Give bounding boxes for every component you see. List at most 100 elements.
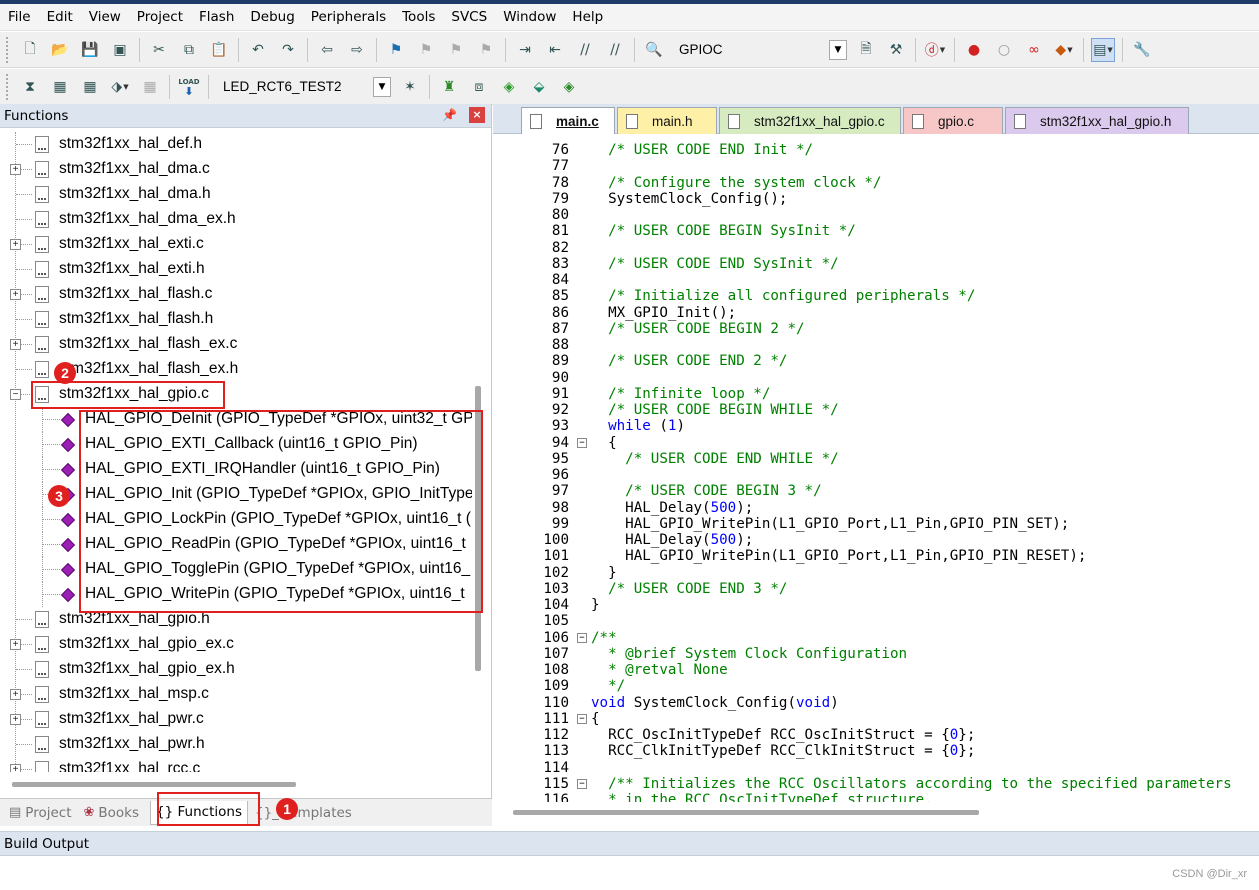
redo-icon[interactable]: ↷ <box>276 38 300 62</box>
file-item[interactable]: + stm32f1xx_hal_flash_ex.c <box>0 332 472 357</box>
code-area[interactable]: 76 /* USER CODE END Init */77 78 /* Confi… <box>493 138 1259 802</box>
code-line[interactable]: 87 /* USER CODE BEGIN 2 */ <box>493 321 1259 337</box>
debug-session-icon[interactable]: ⓓ ▼ <box>923 38 947 62</box>
menu-debug[interactable]: Debug <box>242 4 302 31</box>
code-line[interactable]: 98 HAL_Delay(500); <box>493 500 1259 516</box>
code-line[interactable]: 78 /* Configure the system clock */ <box>493 175 1259 191</box>
new-file-icon[interactable]: 🗋 <box>18 38 42 62</box>
manage-multi-project-icon[interactable]: ⧈ <box>467 75 491 99</box>
comment-icon[interactable]: // <box>573 38 597 62</box>
collapse-icon[interactable]: − <box>10 389 21 400</box>
file-item[interactable]: + stm32f1xx_hal_gpio_ex.c <box>0 632 472 657</box>
unindent-icon[interactable]: ⇤ <box>543 38 567 62</box>
expand-icon[interactable]: + <box>10 164 21 175</box>
menu-window[interactable]: Window <box>495 4 564 31</box>
file-item[interactable]: + stm32f1xx_hal_dma.c <box>0 157 472 182</box>
runtime-environment-icon[interactable]: ◈ <box>557 75 581 99</box>
code-line[interactable]: 91 /* Infinite loop */ <box>493 386 1259 402</box>
rebuild-icon[interactable]: ▦ <box>78 75 102 99</box>
menu-peripherals[interactable]: Peripherals <box>303 4 394 31</box>
code-line[interactable]: 106−/** <box>493 630 1259 646</box>
toolbar-grip[interactable] <box>6 36 11 63</box>
copy-icon[interactable]: ⧉ <box>177 38 201 62</box>
code-line[interactable]: 110 void SystemClock_Config(void) <box>493 695 1259 711</box>
editor-tab[interactable]: stm32f1xx_hal_gpio.h <box>1005 107 1189 134</box>
tab-templates[interactable]: {}_ Templates <box>250 801 357 825</box>
tab-books[interactable]: ❀ Books <box>79 801 145 825</box>
chevron-down-icon[interactable]: ▼ <box>373 76 391 97</box>
build-icon[interactable]: ▦ <box>48 75 72 99</box>
file-item[interactable]: stm32f1xx_hal_flash.h <box>0 307 472 332</box>
code-line[interactable]: 83 /* USER CODE END SysInit */ <box>493 256 1259 272</box>
code-line[interactable]: 85 /* Initialize all configured peripher… <box>493 288 1259 304</box>
breakpoint-icon[interactable]: ● <box>962 38 986 62</box>
expand-icon[interactable]: + <box>10 689 21 700</box>
bookmark-icon[interactable]: ⚑ <box>384 38 408 62</box>
editor-tab[interactable]: main.h <box>617 107 717 134</box>
code-line[interactable]: 93 while (1) <box>493 418 1259 434</box>
expand-icon[interactable]: + <box>10 289 21 300</box>
fold-toggle-icon[interactable]: − <box>577 713 587 724</box>
file-item[interactable]: stm32f1xx_hal_gpio_ex.h <box>0 657 472 682</box>
code-line[interactable]: 95 /* USER CODE END WHILE */ <box>493 451 1259 467</box>
menu-view[interactable]: View <box>81 4 129 31</box>
menu-flash[interactable]: Flash <box>191 4 242 31</box>
target-combo[interactable]: LED_RCT6_TEST2 ▼ <box>217 74 391 99</box>
expand-icon[interactable]: + <box>10 339 21 350</box>
find-combo[interactable]: GPIOC ▼ <box>673 37 847 62</box>
file-item[interactable]: stm32f1xx_hal_dma_ex.h <box>0 207 472 232</box>
indent-icon[interactable]: ⇥ <box>513 38 537 62</box>
code-line[interactable]: 105 <box>493 613 1259 629</box>
expand-icon[interactable]: + <box>10 239 21 250</box>
file-item[interactable]: stm32f1xx_hal_exti.h <box>0 257 472 282</box>
menu-file[interactable]: File <box>0 4 39 31</box>
code-line[interactable]: 100 HAL_Delay(500); <box>493 532 1259 548</box>
expand-icon[interactable]: + <box>10 639 21 650</box>
window-options-icon[interactable]: ◆ ▼ <box>1052 38 1076 62</box>
target-options-icon[interactable]: ✶ <box>398 75 422 99</box>
expand-icon[interactable]: + <box>10 714 21 725</box>
file-item[interactable]: stm32f1xx_hal_dma.h <box>0 182 472 207</box>
editor-tab[interactable]: gpio.c <box>903 107 1003 134</box>
code-line[interactable]: 111−{ <box>493 711 1259 727</box>
file-item[interactable]: stm32f1xx_hal_pwr.h <box>0 732 472 757</box>
code-line[interactable]: 114 <box>493 760 1259 776</box>
code-line[interactable]: 89 /* USER CODE END 2 */ <box>493 353 1259 369</box>
editor-tab[interactable]: stm32f1xx_hal_gpio.c <box>719 107 901 134</box>
code-line[interactable]: 94− { <box>493 435 1259 451</box>
select-packs-icon[interactable]: ⬙ <box>527 75 551 99</box>
uncomment-icon[interactable]: // <box>603 38 627 62</box>
chevron-down-icon[interactable]: ▼ <box>829 39 847 60</box>
target-combo-text[interactable]: LED_RCT6_TEST2 <box>217 79 373 94</box>
scrollbar-thumb[interactable] <box>513 810 979 815</box>
prev-bookmark-icon[interactable]: ⚑ <box>414 38 438 62</box>
code-line[interactable]: 81 /* USER CODE BEGIN SysInit */ <box>493 223 1259 239</box>
load-download-icon[interactable]: LOAD ⬇ <box>177 75 201 99</box>
cut-icon[interactable]: ✂ <box>147 38 171 62</box>
code-line[interactable]: 84 <box>493 272 1259 288</box>
file-item[interactable]: + stm32f1xx_hal_rcc.c <box>0 757 472 772</box>
expand-icon[interactable]: + <box>10 764 21 772</box>
code-line[interactable]: 76 /* USER CODE END Init */ <box>493 142 1259 158</box>
menu-svcs[interactable]: SVCS <box>443 4 495 31</box>
kill-breakpoints-icon[interactable]: ∞ <box>1022 38 1046 62</box>
configure-icon[interactable]: ▤ ▼ <box>1091 37 1115 62</box>
nav-back-icon[interactable]: ⇦ <box>315 38 339 62</box>
disable-breakpoint-icon[interactable]: ○ <box>992 38 1016 62</box>
open-folder-icon[interactable]: 📂 <box>48 38 72 62</box>
batch-build-icon[interactable]: ⬗ ▼ <box>108 75 132 99</box>
paste-icon[interactable]: 📋 <box>207 38 231 62</box>
code-line[interactable]: 101 HAL_GPIO_WritePin(L1_GPIO_Port,L1_Pi… <box>493 548 1259 564</box>
code-line[interactable]: 92 /* USER CODE BEGIN WHILE */ <box>493 402 1259 418</box>
translate-icon[interactable]: ⧗ <box>18 75 42 99</box>
tab-project[interactable]: ▤ Project <box>4 801 77 825</box>
code-line[interactable]: 86 MX_GPIO_Init(); <box>493 305 1259 321</box>
menu-tools[interactable]: Tools <box>394 4 443 31</box>
code-line[interactable]: 107 * @brief System Clock Configuration <box>493 646 1259 662</box>
incremental-find-icon[interactable]: ⚒ <box>884 38 908 62</box>
code-line[interactable]: 99 HAL_GPIO_WritePin(L1_GPIO_Port,L1_Pin… <box>493 516 1259 532</box>
undo-icon[interactable]: ↶ <box>246 38 270 62</box>
code-line[interactable]: 97 /* USER CODE BEGIN 3 */ <box>493 483 1259 499</box>
tree-horizontal-scrollbar[interactable] <box>0 776 472 792</box>
code-line[interactable]: 88 <box>493 337 1259 353</box>
